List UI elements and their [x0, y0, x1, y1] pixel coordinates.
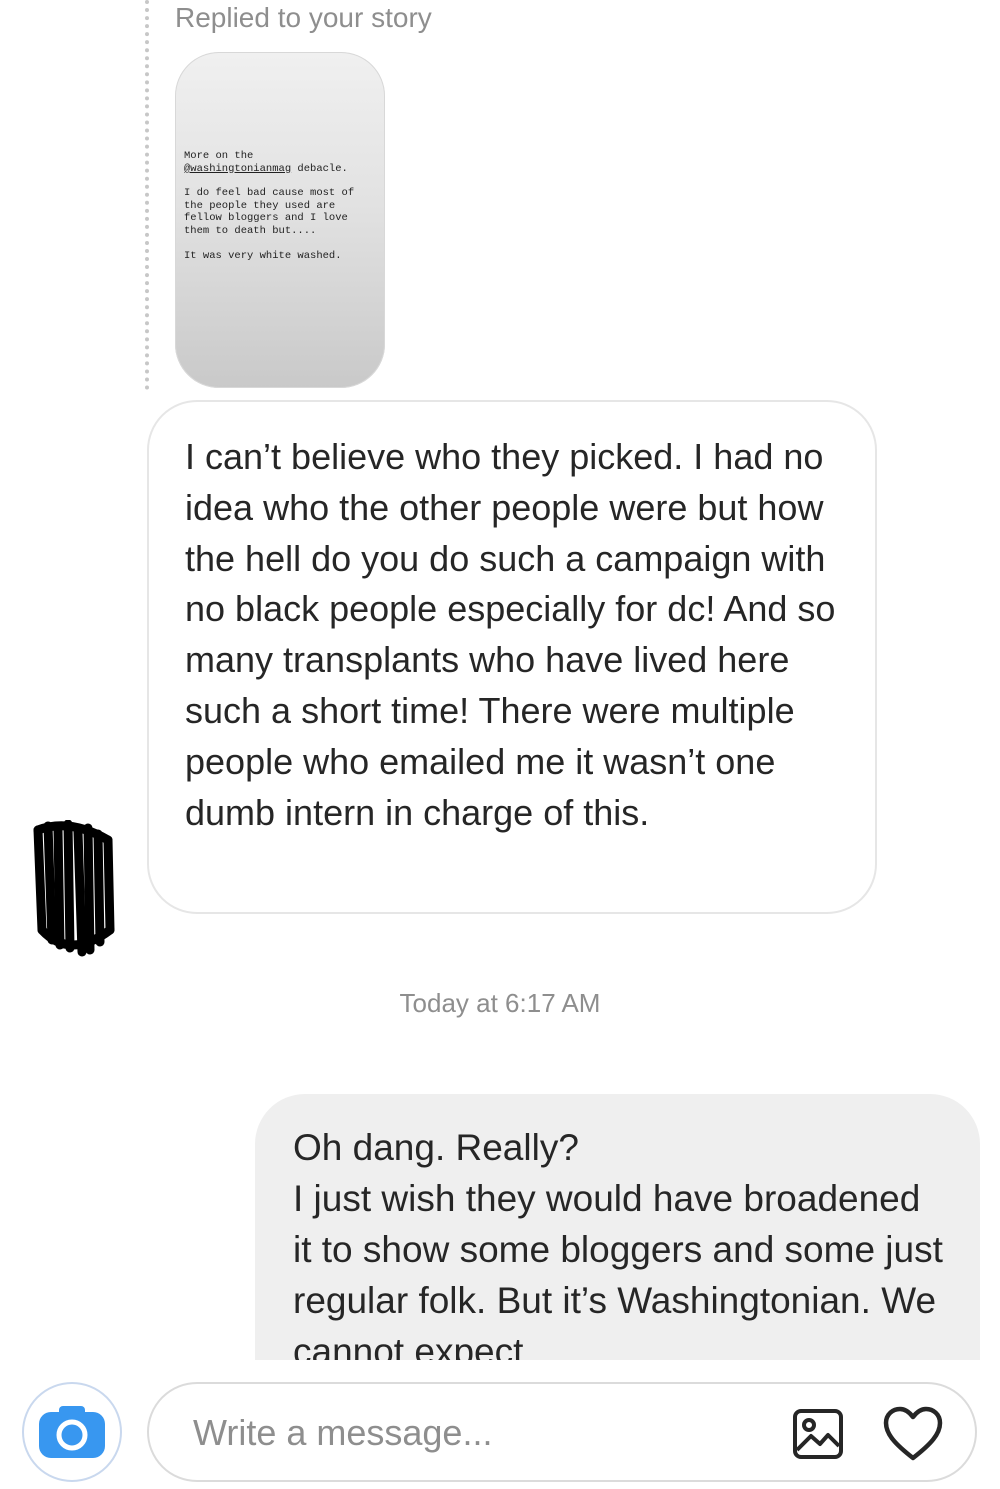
outgoing-message-line2: I just wish they would have broadened it…: [293, 1178, 943, 1372]
camera-icon: [39, 1406, 105, 1458]
gallery-icon[interactable]: [792, 1408, 844, 1460]
heart-icon[interactable]: [883, 1406, 943, 1462]
incoming-message-bubble[interactable]: I can’t believe who they picked. I had n…: [147, 400, 877, 914]
message-composer: [147, 1382, 977, 1482]
story-text-para3: It was very white washed.: [184, 249, 342, 262]
incoming-message-text: I can’t believe who they picked. I had n…: [185, 436, 836, 833]
story-text-para2: I do feel bad cause most of the people t…: [184, 187, 355, 237]
story-mention: @washingtonianmag: [184, 162, 292, 175]
replied-to-story-label: Replied to your story: [175, 2, 432, 33]
story-thumbnail[interactable]: More on the @washingtonianmag debacle. I…: [175, 52, 385, 388]
message-timestamp: Today at 6:17 AM: [399, 988, 601, 1018]
outgoing-message-line1: Oh dang. Really?: [293, 1127, 579, 1168]
story-text-line1: More on the: [184, 150, 254, 162]
story-text-line2: debacle.: [291, 162, 348, 175]
outgoing-message-text: Oh dang. Really? I just wish they would …: [293, 1122, 944, 1377]
camera-button[interactable]: [22, 1382, 122, 1482]
message-input[interactable]: [193, 1406, 753, 1460]
story-text: More on the @washingtonianmag debacle. I…: [184, 150, 376, 274]
redacted-avatar: [33, 820, 115, 957]
reply-thread-line: [145, 0, 149, 390]
